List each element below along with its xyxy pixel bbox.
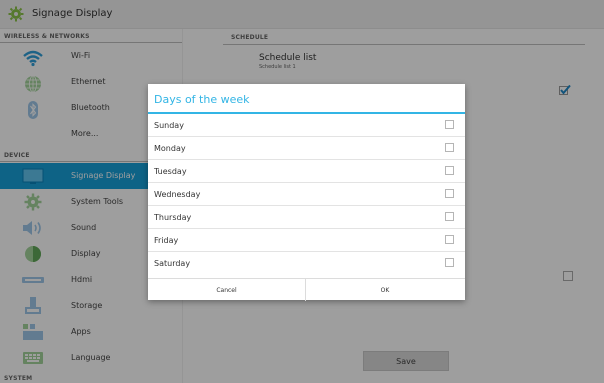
day-checkbox[interactable] <box>445 212 454 221</box>
day-label: Monday <box>154 144 186 153</box>
day-row-thursday[interactable]: Thursday <box>148 206 465 229</box>
day-checkbox[interactable] <box>445 258 454 267</box>
day-checkbox[interactable] <box>445 166 454 175</box>
ok-button[interactable]: OK <box>306 279 464 301</box>
dialog-button-bar: Cancel OK <box>148 278 465 301</box>
day-row-wednesday[interactable]: Wednesday <box>148 183 465 206</box>
day-label: Tuesday <box>154 167 187 176</box>
day-label: Sunday <box>154 121 184 130</box>
day-checkbox[interactable] <box>445 235 454 244</box>
day-row-sunday[interactable]: Sunday <box>148 114 465 137</box>
day-row-tuesday[interactable]: Tuesday <box>148 160 465 183</box>
cancel-button[interactable]: Cancel <box>148 279 306 301</box>
day-row-monday[interactable]: Monday <box>148 137 465 160</box>
day-label: Wednesday <box>154 190 201 199</box>
day-checkbox[interactable] <box>445 189 454 198</box>
day-label: Saturday <box>154 259 191 268</box>
dialog-title: Days of the week <box>154 93 250 106</box>
days-of-week-dialog: Days of the week Sunday Monday Tuesday W… <box>148 84 465 301</box>
day-checkbox[interactable] <box>445 143 454 152</box>
day-label: Friday <box>154 236 179 245</box>
day-label: Thursday <box>154 213 192 222</box>
day-row-saturday[interactable]: Saturday <box>148 252 465 275</box>
day-checkbox[interactable] <box>445 120 454 129</box>
day-row-friday[interactable]: Friday <box>148 229 465 252</box>
